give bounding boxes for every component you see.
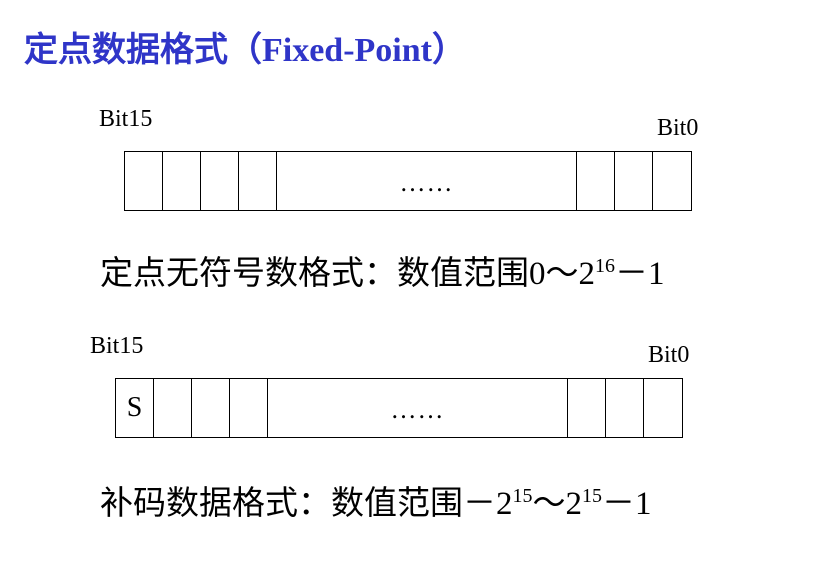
unsigned-range-exponent: 16 <box>595 255 615 277</box>
signed-bit-cell <box>644 379 682 437</box>
unsigned-range-start: 0～2 <box>529 256 595 292</box>
title-chinese: 定点数据格式（ <box>24 30 262 70</box>
unsigned-register-diagram: …… <box>124 151 692 211</box>
signed-range-end: －1 <box>602 486 652 522</box>
title-english: Fixed-Point <box>262 32 432 69</box>
signed-desc-prefix: 补码数据格式：数值范围 <box>100 483 463 522</box>
unsigned-bit-cell <box>577 152 615 210</box>
signed-bit-cell <box>606 379 644 437</box>
unsigned-bit-cell <box>163 152 201 210</box>
signed-bit-cell <box>154 379 192 437</box>
signed-bit-cell <box>230 379 268 437</box>
page-title: 定点数据格式（Fixed-Point） <box>24 22 466 71</box>
signed-range-end-exponent: 15 <box>582 485 602 507</box>
signed-range-mid: ～2 <box>532 486 583 522</box>
sign-bit-cell: S <box>116 379 154 437</box>
unsigned-bit-cell <box>125 152 163 210</box>
unsigned-ellipsis-cell: …… <box>277 152 577 210</box>
unsigned-range-end: －1 <box>615 256 665 292</box>
signed-msb-label: Bit15 <box>90 333 144 359</box>
signed-register-diagram: S …… <box>115 378 683 438</box>
signed-range-start: －2 <box>463 486 513 522</box>
signed-bit-cell <box>568 379 606 437</box>
unsigned-range-description: 定点无符号数格式：数值范围0～216－1 <box>100 246 665 294</box>
title-close-paren: ） <box>431 30 466 70</box>
signed-range-start-exponent: 15 <box>512 485 533 507</box>
unsigned-msb-label: Bit15 <box>99 106 153 132</box>
signed-range-description: 补码数据格式：数值范围－215～215－1 <box>100 476 652 524</box>
signed-ellipsis-cell: …… <box>268 379 568 437</box>
unsigned-desc-prefix: 定点无符号数格式：数值范围 <box>100 253 529 292</box>
unsigned-bit-cell <box>615 152 653 210</box>
unsigned-bit-cell <box>653 152 691 210</box>
unsigned-lsb-label: Bit0 <box>657 115 699 141</box>
unsigned-bit-cell <box>239 152 277 210</box>
unsigned-bit-cell <box>201 152 239 210</box>
signed-bit-cell <box>192 379 230 437</box>
signed-lsb-label: Bit0 <box>648 342 690 368</box>
